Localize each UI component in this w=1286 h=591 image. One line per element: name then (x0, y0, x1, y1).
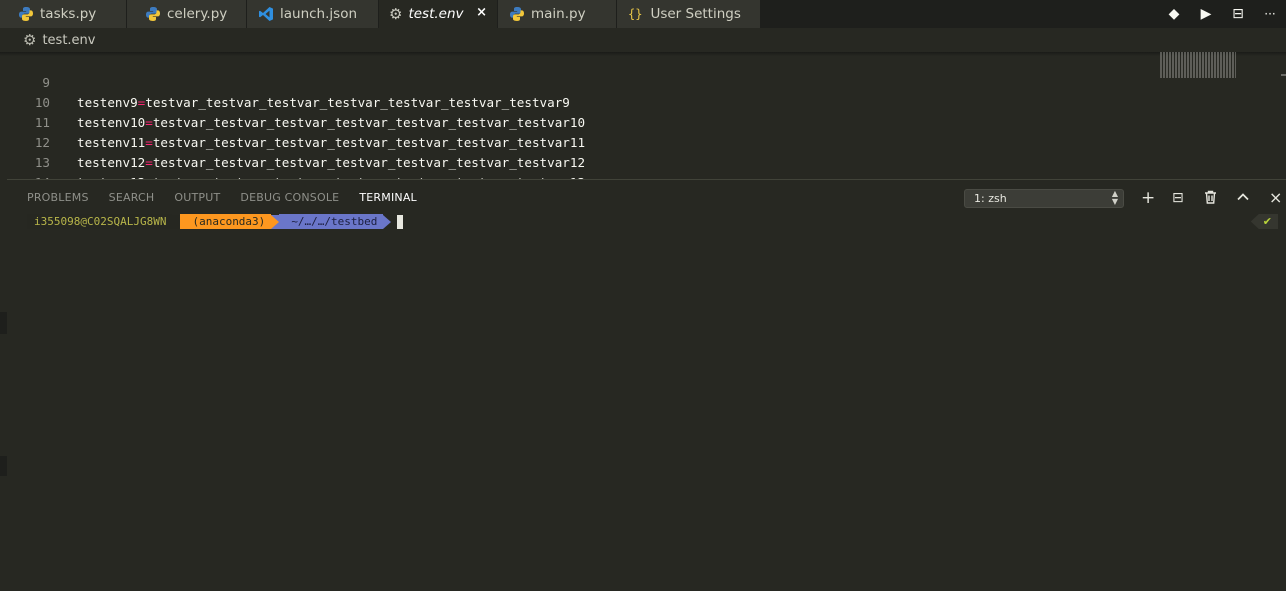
breadcrumb-file[interactable]: test.env (42, 33, 95, 48)
editor-tab-bar: tasks.py celery.py launch.json ⚙ test.en… (0, 0, 1286, 28)
minimap[interactable] (1160, 52, 1236, 78)
add-terminal-icon[interactable]: + (1141, 188, 1155, 208)
terminal-select[interactable]: 1: zsh ▲ ▼ (964, 189, 1124, 208)
env-value: testvar_testvar_testvar_testvar_testvar_… (152, 155, 586, 170)
code-text: testenv9=testvar_testvar_testvar_testvar… (77, 93, 570, 113)
code-text: testenv11=testvar_testvar_testvar_testva… (77, 133, 585, 153)
code-text: testenv10=testvar_testvar_testvar_testva… (77, 113, 585, 133)
tab-debug-console[interactable]: DEBUG CONSOLE (240, 191, 339, 204)
tab-celery-py[interactable]: celery.py (127, 0, 247, 28)
gutter-strip (0, 312, 7, 334)
tab-label: main.py (531, 6, 586, 22)
close-panel-icon[interactable]: × (1269, 188, 1282, 207)
env-key: testenv9 (77, 95, 138, 110)
tab-label: User Settings (650, 6, 741, 22)
code-line: 12 testenv12=testvar_testvar_testvar_tes… (0, 113, 585, 170)
gutter-strip (0, 456, 7, 476)
prompt-conda-env: (anaconda3) (180, 214, 272, 229)
tab-test-env[interactable]: ⚙ test.env × (379, 0, 498, 28)
tab-problems[interactable]: PROBLEMS (27, 191, 89, 204)
tab-user-settings[interactable]: {} User Settings (617, 0, 761, 28)
tab-main-py[interactable]: main.py (498, 0, 617, 28)
git-compare-icon[interactable]: ◆ (1158, 6, 1190, 22)
split-editor-icon[interactable]: ⊟ (1222, 6, 1254, 22)
python-icon (18, 6, 34, 22)
code-line: 11 testenv11=testvar_testvar_testvar_tes… (0, 93, 585, 150)
code-line: 14 testenv14=testvar_testvar_testvar_tes… (0, 153, 585, 210)
tab-tasks-py[interactable]: tasks.py (0, 0, 127, 28)
code-editor[interactable]: 9 testenv9=testvar_testvar_testvar_testv… (0, 52, 1286, 210)
prompt-separator (271, 214, 280, 229)
env-key: testenv12 (77, 155, 146, 170)
prompt-separator (383, 214, 392, 229)
terminal-select-value: 1: zsh (974, 192, 1007, 205)
env-value: testvar_testvar_testvar_testvar_testvar_… (152, 135, 586, 150)
run-icon[interactable]: ▶ (1190, 6, 1222, 22)
editor-scroll-shadow (0, 52, 1286, 56)
code-text: testenv12=testvar_testvar_testvar_testva… (77, 153, 585, 173)
breadcrumb: ⚙ test.env (0, 28, 1286, 52)
close-tab-icon[interactable]: × (476, 5, 487, 20)
equals-operator: = (145, 155, 153, 170)
equals-operator: = (145, 135, 153, 150)
chevron-updown-icon: ▲ ▼ (1111, 189, 1118, 206)
code-line: 13 testenv13=testvar_testvar_testvar_tes… (0, 133, 585, 190)
code-line: 10 testenv10=testvar_testvar_testvar_tes… (0, 73, 585, 130)
bottom-panel: PROBLEMS SEARCH OUTPUT DEBUG CONSOLE TER… (7, 179, 1286, 591)
python-icon (145, 6, 161, 22)
terminal-cursor (397, 214, 404, 229)
env-key: testenv10 (77, 115, 146, 130)
prompt-separator (172, 214, 181, 229)
tab-label: launch.json (280, 6, 358, 22)
equals-operator: = (145, 115, 153, 130)
more-actions-icon[interactable]: ··· (1254, 7, 1286, 21)
env-value: testvar_testvar_testvar_testvar_testvar_… (152, 115, 586, 130)
tab-launch-json[interactable]: launch.json (247, 0, 379, 28)
gear-icon: ⚙ (23, 31, 37, 49)
env-value: testvar_testvar_testvar_testvar_testvar_… (145, 95, 570, 110)
scrollbar-marker[interactable] (1281, 74, 1286, 76)
tab-search[interactable]: SEARCH (109, 191, 155, 204)
editor-actions: ◆ ▶ ⊟ ··· (1158, 0, 1286, 28)
env-key: testenv11 (77, 135, 146, 150)
prompt-path: ~/…/…/testbed (279, 214, 384, 229)
tab-label: celery.py (167, 6, 228, 22)
prompt-user-host: i355098@C02SQALJG8WN (27, 214, 173, 229)
tab-label: test.env (408, 6, 464, 22)
gear-icon: ⚙ (389, 5, 403, 23)
braces-icon: {} (628, 7, 643, 21)
vscode-icon (258, 6, 274, 22)
code-line: 9 testenv9=testvar_testvar_testvar_testv… (0, 53, 569, 110)
prompt-status-check: ✔ (1250, 214, 1278, 229)
tab-output[interactable]: OUTPUT (174, 191, 220, 204)
tab-label: tasks.py (40, 6, 97, 22)
trash-icon[interactable] (1204, 190, 1217, 208)
panel-tabs: PROBLEMS SEARCH OUTPUT DEBUG CONSOLE TER… (27, 191, 437, 204)
maximize-panel-icon[interactable] (1236, 190, 1250, 208)
terminal-prompt[interactable]: i355098@C02SQALJG8WN (anaconda3) ~/…/…/t… (27, 213, 404, 230)
python-icon (509, 6, 525, 22)
tab-terminal[interactable]: TERMINAL (359, 191, 417, 204)
split-terminal-icon[interactable]: ⊟ (1172, 190, 1184, 206)
